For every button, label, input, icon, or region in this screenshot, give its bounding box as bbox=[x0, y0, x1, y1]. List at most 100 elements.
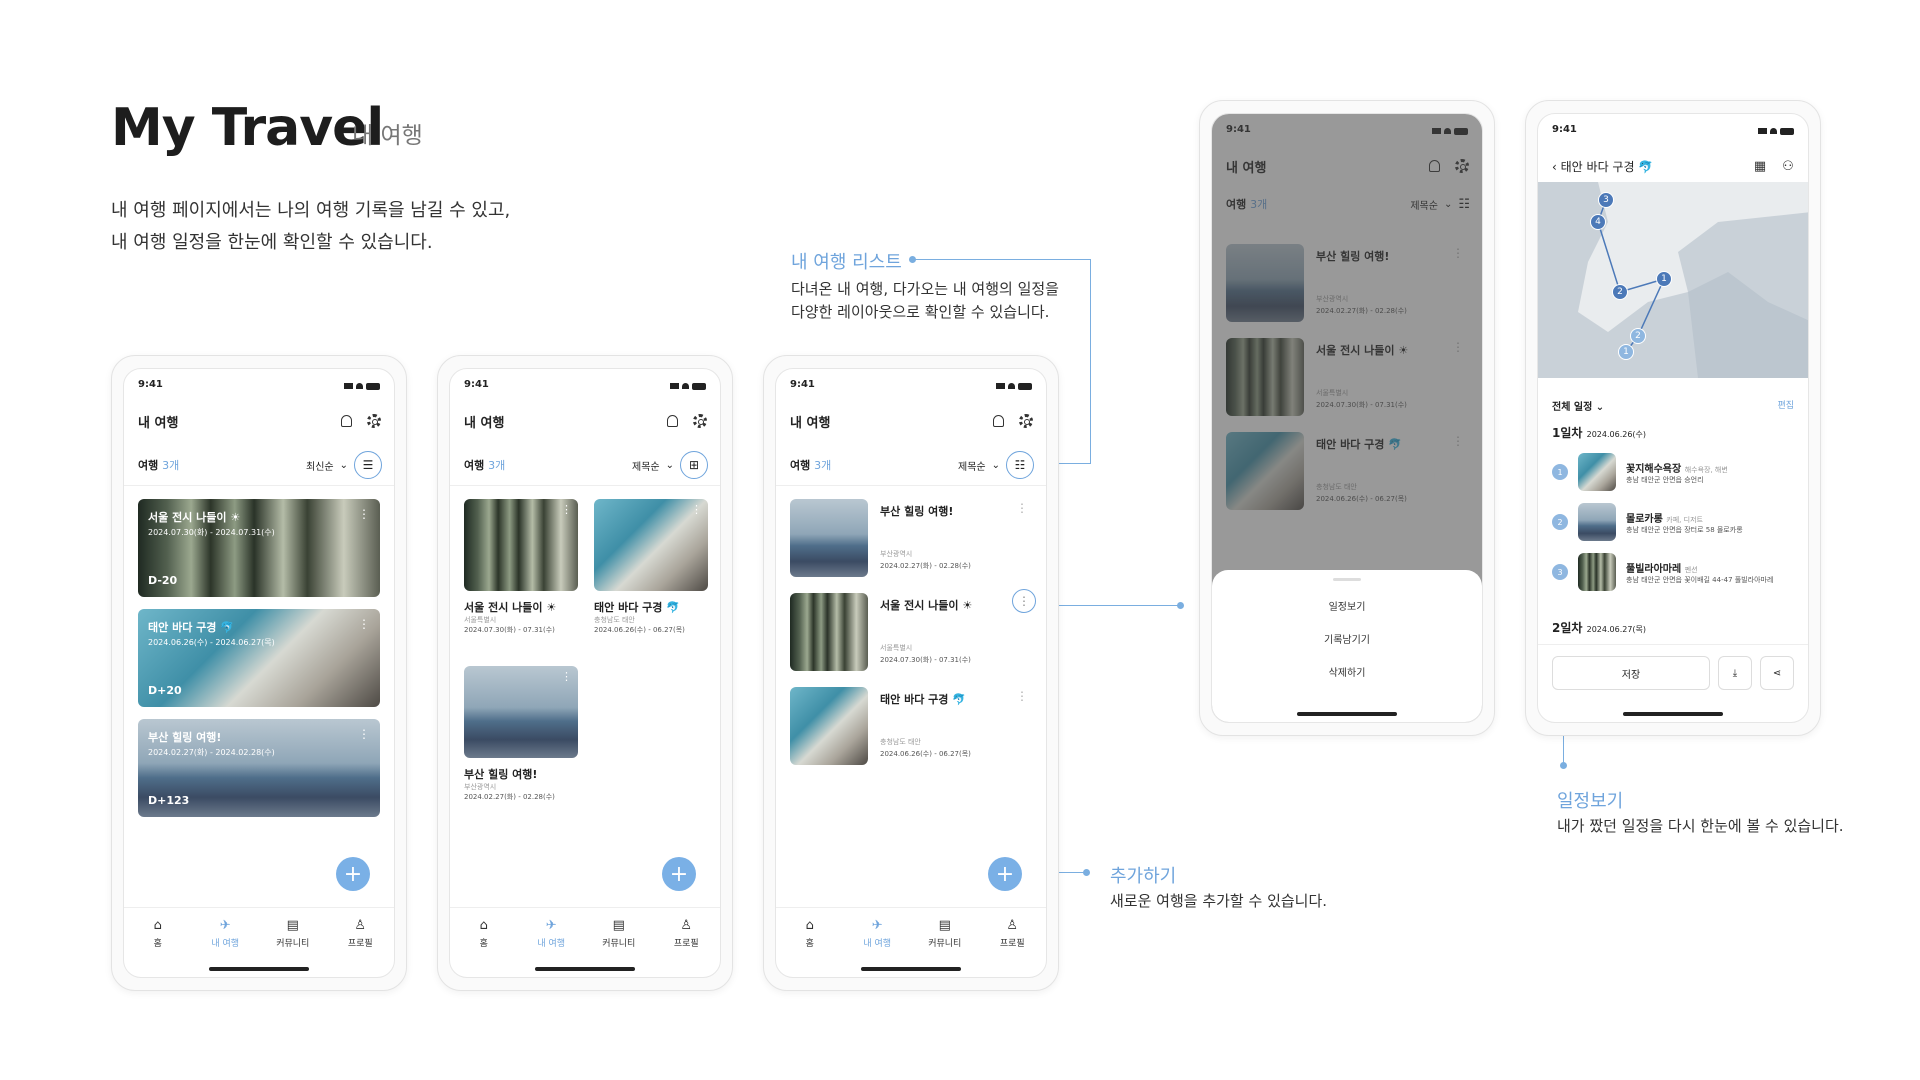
phone-mockup-schedule-detail: 9:41 ‹ 태안 바다 구경 🐬 ▦ ⚇ 3 4 2 1 2 1 전체 일정 ⌄… bbox=[1525, 100, 1821, 736]
annotation-schedule-title: 일정보기 bbox=[1557, 791, 1624, 812]
trip-count: 여행 3개 bbox=[138, 459, 180, 472]
view-toggle-button[interactable]: ☰ bbox=[354, 451, 382, 479]
kebab-menu-icon[interactable]: ⋮ bbox=[691, 503, 702, 516]
plane-icon: ✈ bbox=[545, 918, 557, 933]
screen-title: 내 여행 bbox=[464, 415, 505, 431]
place-number: 1 bbox=[1552, 464, 1568, 480]
phone-mockup-action-sheet: 9:41 내 여행 여행 3개 제목순⌄ ☷ 부산 힐링 여행! 부산광역시 2… bbox=[1199, 100, 1495, 736]
sort-dropdown[interactable]: 제목순 bbox=[632, 458, 660, 473]
map-pin: 2 bbox=[1630, 328, 1646, 344]
sort-dropdown[interactable]: 제목순 bbox=[958, 458, 986, 473]
tab-profile[interactable]: ♙ 프로필 bbox=[987, 918, 1037, 977]
download-icon[interactable]: ⤓ bbox=[1718, 656, 1752, 690]
day-2-label: 2일차 2024.06.27(목) bbox=[1552, 621, 1647, 635]
schedule-place-item[interactable]: 3 풀빌라아마레 펜션 충남 태안군 안면읍 꽃이배길 44-47 풀빌라아마레 bbox=[1552, 552, 1798, 592]
trip-list-item[interactable]: 태안 바다 구경 🐬 충청남도 태안 2024.06.26(수) - 06.27… bbox=[790, 687, 1032, 765]
trip-grid-item[interactable]: ⋮ 태안 바다 구경 🐬 충청남도 태안 2024.06.26(수) - 06.… bbox=[594, 499, 708, 635]
map-pin: 2 bbox=[1612, 284, 1628, 300]
kebab-menu-icon[interactable]: ⋮ bbox=[358, 617, 370, 631]
trip-card[interactable]: 부산 힐링 여행! 2024.02.27(화) - 2024.02.28(수) … bbox=[138, 719, 380, 817]
trip-grid-item[interactable]: ⋮ 서울 전시 나들이 ☀ 서울특별시 2024.07.30(화) - 07.3… bbox=[464, 499, 578, 635]
chevron-down-icon: ⌄ bbox=[339, 459, 348, 471]
edit-button[interactable]: 편집 bbox=[1777, 398, 1794, 411]
home-icon: ⌂ bbox=[153, 918, 162, 933]
group-icon[interactable]: ⚇ bbox=[1780, 158, 1796, 174]
kebab-menu-icon[interactable]: ⋮ bbox=[358, 507, 370, 521]
screen-title: 내 여행 bbox=[790, 415, 831, 431]
action-sheet: 일정보기 기록남기기 삭제하기 bbox=[1212, 570, 1482, 722]
sort-dropdown[interactable]: 최신순 bbox=[306, 458, 334, 473]
map-view[interactable]: 3 4 2 1 2 1 bbox=[1538, 182, 1808, 378]
annotation-schedule-desc: 내가 짰던 일정을 다시 한눈에 볼 수 있습니다. bbox=[1557, 817, 1844, 835]
kebab-menu-icon[interactable]: ⋮ bbox=[1016, 501, 1028, 515]
place-number: 3 bbox=[1552, 564, 1568, 580]
screen-title: 내 여행 bbox=[138, 415, 179, 431]
tab-home[interactable]: ⌂ 홈 bbox=[133, 918, 183, 977]
community-icon: ▤ bbox=[286, 918, 299, 933]
share-icon[interactable]: ⋖ bbox=[1760, 656, 1794, 690]
trip-card[interactable]: 서울 전시 나들이 ☀ 2024.07.30(화) - 2024.07.31(수… bbox=[138, 499, 380, 597]
place-number: 2 bbox=[1552, 514, 1568, 530]
map-pin: 4 bbox=[1590, 214, 1606, 230]
list-icon: ☷ bbox=[1014, 458, 1026, 472]
gear-icon[interactable] bbox=[366, 413, 382, 429]
sheet-item-record[interactable]: 기록남기기 bbox=[1212, 624, 1482, 657]
map-pin: 3 bbox=[1598, 192, 1614, 208]
annotation-add-title: 추가하기 bbox=[1110, 866, 1177, 887]
sheet-item-delete[interactable]: 삭제하기 bbox=[1212, 657, 1482, 690]
plane-icon: ✈ bbox=[219, 918, 231, 933]
kebab-menu-icon[interactable]: ⋮ bbox=[561, 670, 572, 683]
calendar-icon[interactable]: ▦ bbox=[1752, 158, 1768, 174]
bell-icon[interactable] bbox=[990, 413, 1006, 429]
stack-icon: ☰ bbox=[362, 458, 374, 472]
gear-icon[interactable] bbox=[1018, 413, 1034, 429]
bell-icon[interactable] bbox=[664, 413, 680, 429]
schedule-filter-dropdown[interactable]: 전체 일정 ⌄ bbox=[1552, 398, 1604, 413]
schedule-place-item[interactable]: 2 몰로카롱 카페, 디저트 충남 태안군 안면읍 장터로 58 몰로카롱 bbox=[1552, 502, 1798, 542]
day-1-label: 1일차 2024.06.26(수) bbox=[1552, 426, 1647, 440]
save-button[interactable]: 저장 bbox=[1552, 656, 1710, 690]
kebab-menu-icon[interactable]: ⋮ bbox=[1012, 589, 1036, 613]
tab-profile[interactable]: ♙ 프로필 bbox=[661, 918, 711, 977]
add-trip-button[interactable]: + bbox=[336, 857, 370, 891]
community-icon: ▤ bbox=[938, 918, 951, 933]
view-toggle-button[interactable]: ⊞ bbox=[680, 451, 708, 479]
tab-home[interactable]: ⌂ 홈 bbox=[459, 918, 509, 977]
kebab-menu-icon[interactable]: ⋮ bbox=[358, 727, 370, 741]
map-pin: 1 bbox=[1618, 344, 1634, 360]
tab-profile[interactable]: ♙ 프로필 bbox=[335, 918, 385, 977]
trip-count: 여행 3개 bbox=[464, 459, 506, 472]
grid-icon: ⊞ bbox=[688, 458, 700, 472]
detail-title: 태안 바다 구경 bbox=[1560, 159, 1635, 174]
kebab-menu-icon[interactable]: ⋮ bbox=[561, 503, 572, 516]
phone-mockup-list-view: 9:41 내 여행 여행 3개 제목순 ⌄ ☷ 부산 힐링 여행! 부산광역시 2… bbox=[763, 355, 1059, 991]
schedule-place-item[interactable]: 1 꽃지해수욕장 해수욕장, 해변 충남 태안군 안면읍 승언리 bbox=[1552, 452, 1798, 492]
gear-icon[interactable] bbox=[692, 413, 708, 429]
page-title: My Travel bbox=[111, 98, 384, 158]
trip-grid-item[interactable]: ⋮ 부산 힐링 여행! 부산광역시 2024.02.27(화) - 02.28(… bbox=[464, 666, 578, 802]
add-trip-button[interactable]: + bbox=[988, 857, 1022, 891]
profile-icon: ♙ bbox=[680, 918, 693, 933]
profile-icon: ♙ bbox=[354, 918, 367, 933]
trip-list-item[interactable]: 서울 전시 나들이 ☀ 서울특별시 2024.07.30(화) - 07.31(… bbox=[790, 589, 1036, 671]
phone-mockup-card-view: 9:41 내 여행 여행 3개 최신순 ⌄ ☰ 서울 전시 나들이 ☀ 2024.… bbox=[111, 355, 407, 991]
kebab-menu-icon[interactable]: ⋮ bbox=[1016, 689, 1028, 703]
back-arrow-icon[interactable]: ‹ bbox=[1552, 160, 1557, 174]
chevron-down-icon: ⌄ bbox=[991, 459, 1000, 471]
home-icon: ⌂ bbox=[805, 918, 814, 933]
add-trip-button[interactable]: + bbox=[662, 857, 696, 891]
trip-card[interactable]: 태안 바다 구경 🐬 2024.06.26(수) - 2024.06.27(목)… bbox=[138, 609, 380, 707]
community-icon: ▤ bbox=[612, 918, 625, 933]
trip-list-item[interactable]: 부산 힐링 여행! 부산광역시 2024.02.27(화) - 02.28(수)… bbox=[790, 499, 1032, 577]
tab-home[interactable]: ⌂ 홈 bbox=[785, 918, 835, 977]
view-toggle-button[interactable]: ☷ bbox=[1006, 451, 1034, 479]
phone-mockup-grid-view: 9:41 내 여행 여행 3개 제목순 ⌄ ⊞ ⋮ 서울 전시 나들이 ☀ 서울특… bbox=[437, 355, 733, 991]
annotation-list-desc: 다녀온 내 여행, 다가오는 내 여행의 일정을 다양한 레이아웃으로 확인할 … bbox=[791, 280, 1059, 321]
page-subtitle: 내 여행 bbox=[352, 123, 423, 149]
annotation-list-title: 내 여행 리스트 bbox=[791, 252, 902, 273]
map-route bbox=[1538, 182, 1808, 378]
sheet-item-view-schedule[interactable]: 일정보기 bbox=[1212, 591, 1482, 624]
page-description: 내 여행 페이지에서는 나의 여행 기록을 남길 수 있고, 내 여행 일정을 … bbox=[111, 200, 511, 253]
bell-icon[interactable] bbox=[338, 413, 354, 429]
plane-icon: ✈ bbox=[871, 918, 883, 933]
